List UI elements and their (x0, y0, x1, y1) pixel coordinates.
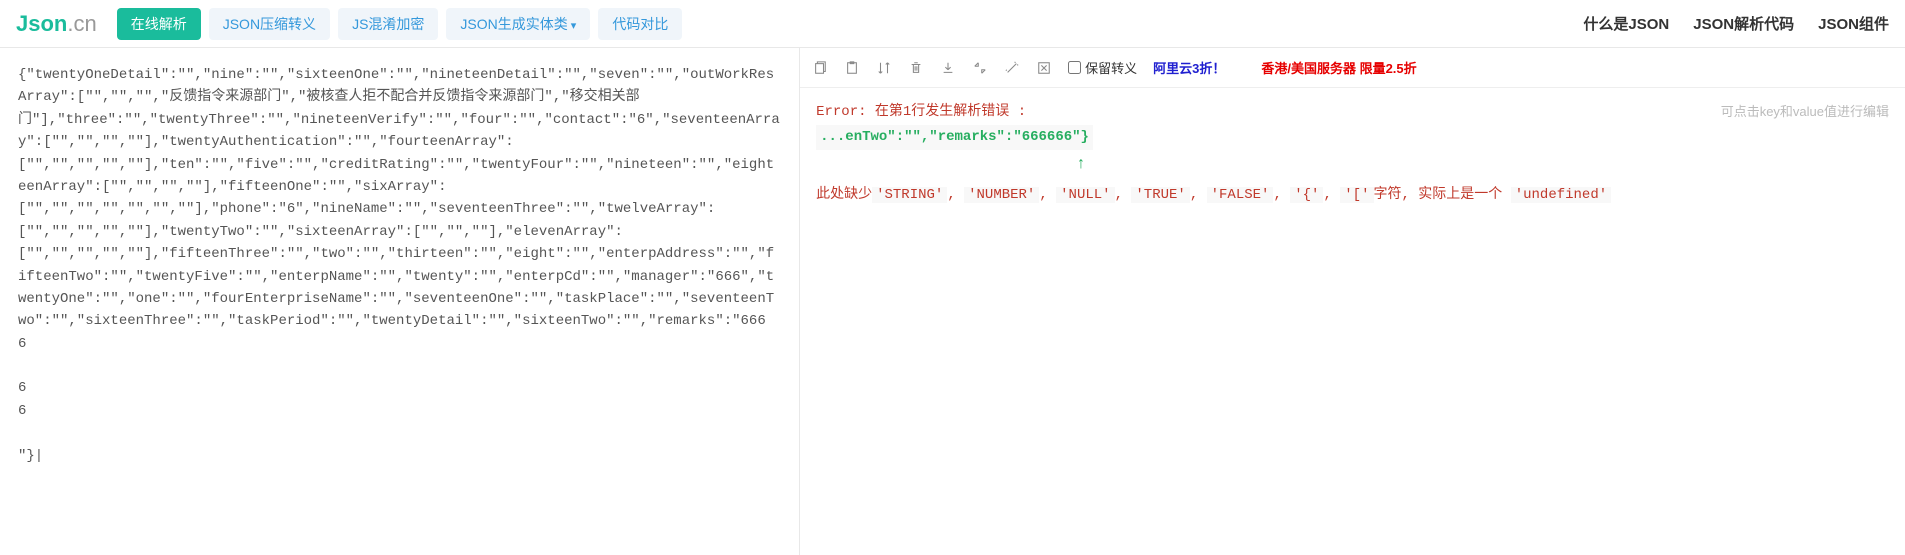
nav-what-is-json[interactable]: 什么是JSON (1583, 13, 1669, 34)
promo-aliyun[interactable]: 阿里云3折！ (1153, 58, 1225, 77)
error-msg-middle: 字符, 实际上是一个 (1374, 187, 1511, 203)
parse-button[interactable]: 在线解析 (117, 8, 201, 40)
copy-icon[interactable] (812, 60, 828, 76)
entity-dropdown[interactable]: JSON生成实体类 (446, 8, 590, 40)
delete-icon[interactable] (908, 60, 924, 76)
obfuscate-button[interactable]: JS混淆加密 (338, 8, 438, 40)
token-null: 'NULL' (1056, 187, 1114, 203)
result-toolbar: 保留转义 阿里云3折！ 香港/美国服务器 限量2.5折 (800, 48, 1905, 88)
compress-button[interactable]: JSON压缩转义 (209, 8, 330, 40)
diff-button[interactable]: 代码对比 (598, 8, 682, 40)
edit-hint: 可点击key和value值进行编辑 (1721, 100, 1889, 123)
token-true: 'TRUE' (1131, 187, 1189, 203)
error-snippet: ...enTwo":"","remarks":"666666"} (816, 125, 1093, 150)
token-undefined: 'undefined' (1511, 187, 1611, 203)
token-string: 'STRING' (872, 187, 947, 203)
keep-escape-checkbox[interactable]: 保留转义 (1068, 58, 1137, 77)
logo[interactable]: Json.cn (16, 11, 97, 37)
logo-text-cn: .cn (67, 11, 96, 36)
paste-icon[interactable] (844, 60, 860, 76)
wand-icon[interactable] (1004, 60, 1020, 76)
sort-icon[interactable] (876, 60, 892, 76)
keep-escape-label: 保留转义 (1085, 58, 1137, 77)
cancel-icon[interactable] (1036, 60, 1052, 76)
top-bar: Json.cn 在线解析 JSON压缩转义 JS混淆加密 JSON生成实体类 代… (0, 0, 1905, 48)
error-location: 在第1行发生解析错误 : (875, 104, 1026, 120)
keep-escape-input[interactable] (1068, 61, 1081, 74)
arrow-up-icon: ↑ (1076, 150, 1889, 179)
nav-component[interactable]: JSON组件 (1818, 13, 1889, 34)
nav-right: 什么是JSON JSON解析代码 JSON组件 (1583, 13, 1889, 34)
error-msg-prefix: 此处缺少 (816, 187, 872, 203)
result-pane: 保留转义 阿里云3折！ 香港/美国服务器 限量2.5折 可点击key和value… (800, 48, 1905, 555)
token-brace: '{' (1290, 187, 1323, 203)
token-false: 'FALSE' (1207, 187, 1274, 203)
json-input[interactable]: {"twentyOneDetail":"","nine":"","sixteen… (0, 48, 800, 555)
result-area: 可点击key和value值进行编辑 Error: 在第1行发生解析错误 : ..… (800, 88, 1905, 555)
logo-text-json: Json (16, 11, 67, 36)
error-prefix: Error: (816, 104, 875, 120)
token-bracket: '[' (1340, 187, 1373, 203)
token-number: 'NUMBER' (964, 187, 1039, 203)
compress-icon[interactable] (972, 60, 988, 76)
error-message: 此处缺少'STRING', 'NUMBER', 'NULL', 'TRUE', … (816, 183, 1889, 208)
main-area: {"twentyOneDetail":"","nine":"","sixteen… (0, 48, 1905, 555)
nav-parse-code[interactable]: JSON解析代码 (1693, 13, 1794, 34)
download-icon[interactable] (940, 60, 956, 76)
error-snippet-line: ...enTwo":"","remarks":"666666"} (816, 125, 1889, 150)
promo-server[interactable]: 香港/美国服务器 限量2.5折 (1261, 58, 1416, 77)
